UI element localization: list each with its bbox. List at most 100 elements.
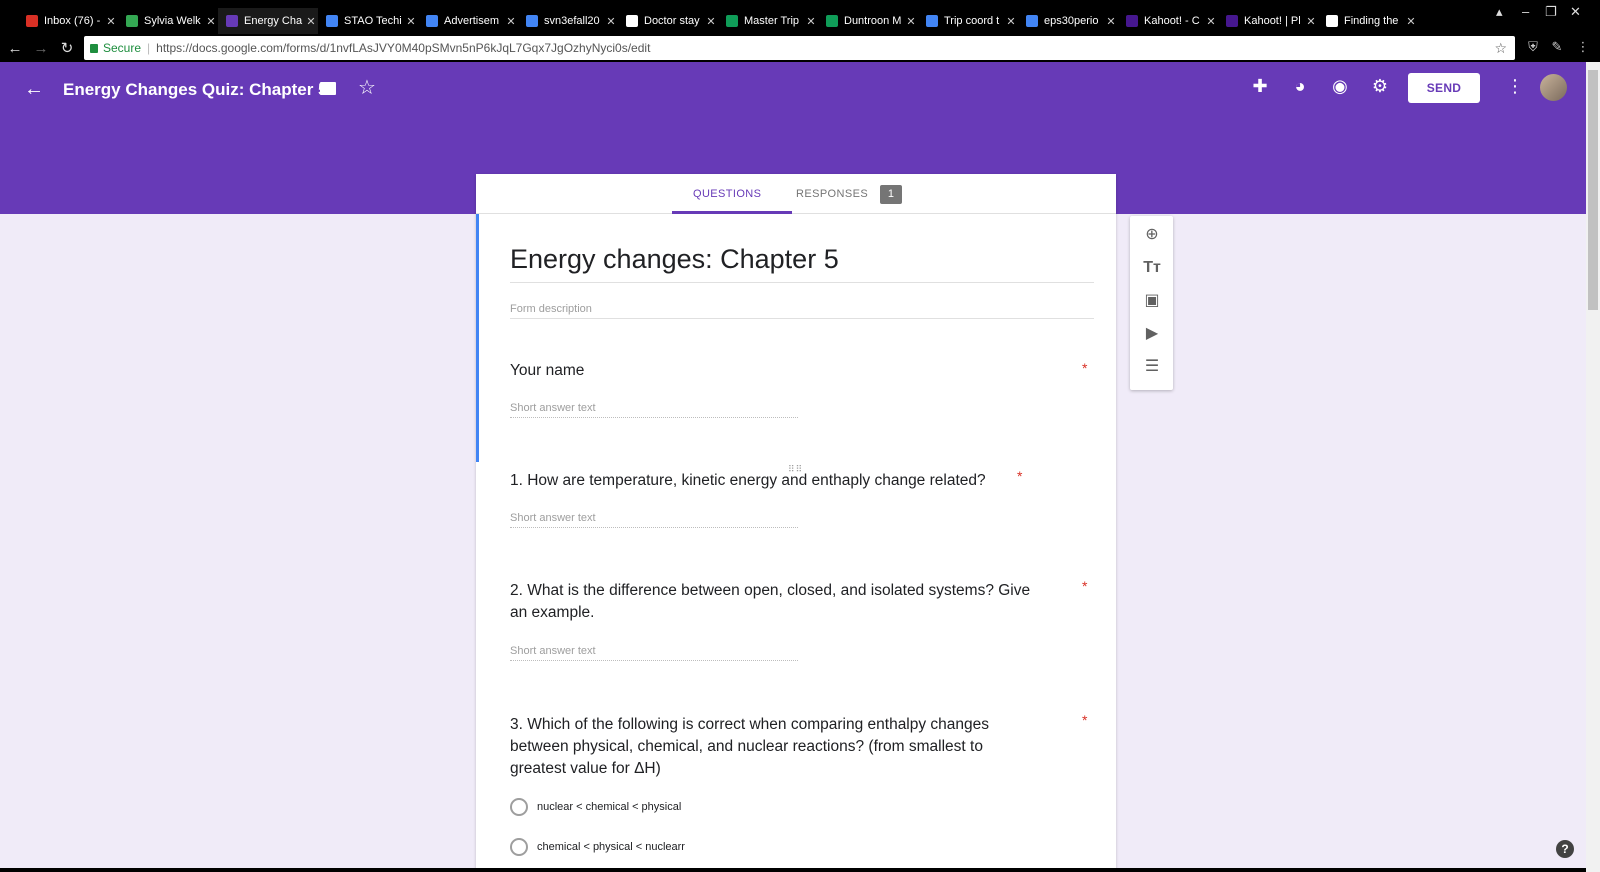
radio-option[interactable]: chemical < physical < nuclearr (510, 838, 685, 856)
short-answer-placeholder: Short answer text (510, 402, 596, 414)
maximize-icon[interactable]: ❐ (1545, 4, 1557, 20)
close-tab-icon[interactable]: ✕ (904, 15, 918, 28)
lock-icon (90, 43, 98, 53)
form-description-input[interactable]: Form description (510, 303, 592, 315)
page-scrollbar[interactable] (1586, 62, 1600, 872)
browser-tabstrip: Inbox (76) - ✕ Sylvia Welk ✕ Energy Cha ✕ S… (0, 0, 1600, 34)
kahoot-icon (1126, 15, 1138, 27)
tab-responses[interactable]: RESPONSES 1 (796, 174, 903, 214)
browser-tab[interactable]: Duntroon M ✕ (818, 8, 918, 34)
close-tab-icon[interactable]: ✕ (1404, 15, 1418, 28)
send-button[interactable]: SEND (1408, 73, 1480, 103)
docs-icon (926, 15, 938, 27)
close-tab-icon[interactable]: ✕ (504, 15, 518, 28)
active-item-indicator (476, 214, 479, 462)
browser-tab[interactable]: Inbox (76) - ✕ (18, 8, 118, 34)
question-title[interactable]: 1. How are temperature, kinetic energy a… (510, 470, 986, 492)
bookmark-star-icon[interactable]: ☆ (1494, 40, 1507, 57)
preview-icon[interactable]: ◉ (1329, 76, 1351, 97)
browser-tab[interactable]: Finding the ✕ (1318, 8, 1418, 34)
question-title-line[interactable]: an example. (510, 602, 594, 624)
required-asterisk: * (1082, 712, 1088, 728)
add-question-icon[interactable]: ⊕ (1141, 224, 1163, 246)
close-tab-icon[interactable]: ✕ (1004, 15, 1018, 28)
required-asterisk: * (1082, 360, 1088, 376)
close-tab-icon[interactable]: ✕ (604, 15, 618, 28)
close-tab-icon[interactable]: ✕ (404, 15, 418, 28)
option-label: nuclear < chemical < physical (537, 801, 682, 813)
radio-option[interactable]: nuclear < chemical < physical (510, 798, 681, 816)
docs-icon (426, 15, 438, 27)
add-image-icon[interactable]: ▣ (1141, 290, 1163, 312)
add-title-icon[interactable]: Tт (1141, 257, 1163, 279)
minimize-icon[interactable]: – (1522, 4, 1529, 19)
answer-underline (510, 417, 798, 418)
palette-icon[interactable]: ◕ (1289, 76, 1311, 97)
settings-icon[interactable]: ⚙ (1369, 76, 1391, 97)
browser-tab[interactable]: STAO Techi ✕ (318, 8, 418, 34)
back-arrow-icon[interactable]: ← (24, 78, 44, 101)
close-tab-icon[interactable]: ✕ (104, 15, 118, 28)
page-icon (1326, 15, 1338, 27)
close-tab-icon[interactable]: ✕ (204, 15, 218, 28)
more-vert-icon[interactable]: ⋮ (1506, 76, 1524, 97)
extension-icon[interactable]: ✎ (1550, 40, 1564, 54)
help-icon[interactable]: ? (1556, 840, 1574, 858)
browser-tab[interactable]: Doctor stay ✕ (618, 8, 718, 34)
taskbar-edge (0, 868, 1586, 872)
description-underline (510, 318, 1094, 319)
add-section-icon[interactable]: ☰ (1141, 356, 1163, 378)
question-toolbar: ⊕ Tт ▣ ▶ ☰ (1130, 216, 1173, 390)
required-asterisk: * (1017, 468, 1023, 484)
sheets-icon (826, 15, 838, 27)
address-bar[interactable]: Secure | https://docs.google.com/forms/d… (84, 36, 1515, 60)
star-icon[interactable]: ☆ (358, 75, 376, 100)
browser-tab[interactable]: Kahoot! | Pl ✕ (1218, 8, 1318, 34)
form-card: QUESTIONS RESPONSES 1 Energy changes: Ch… (476, 174, 1116, 872)
browser-tab[interactable]: Master Trip ✕ (718, 8, 818, 34)
radio-button[interactable] (510, 798, 528, 816)
close-tab-icon[interactable]: ✕ (1104, 15, 1118, 28)
close-tab-icon[interactable]: ✕ (1304, 15, 1318, 28)
profile-icon[interactable]: ▴ (1496, 4, 1503, 20)
radio-button[interactable] (510, 838, 528, 856)
scrollbar-thumb[interactable] (1588, 70, 1598, 310)
reload-icon[interactable]: ↻ (56, 39, 78, 57)
question-title-line[interactable]: 2. What is the difference between open, … (510, 580, 1030, 602)
gmail-icon (26, 15, 38, 27)
close-tab-icon[interactable]: ✕ (1204, 15, 1218, 28)
kahoot-icon (1226, 15, 1238, 27)
docs-icon (326, 15, 338, 27)
chrome-menu-icon[interactable]: ⋮ (1576, 40, 1590, 54)
sheets-icon (726, 15, 738, 27)
browser-tab[interactable]: eps30perio ✕ (1018, 8, 1118, 34)
browser-tab[interactable]: svn3efall20 ✕ (518, 8, 618, 34)
avatar[interactable] (1540, 74, 1567, 101)
addons-icon[interactable]: ✚ (1249, 76, 1271, 97)
tab-responses-label: RESPONSES (796, 188, 869, 200)
url-text[interactable]: https://docs.google.com/forms/d/1nvfLAsJ… (156, 41, 650, 55)
page-icon (626, 15, 638, 27)
shield-extension-icon[interactable]: ⛨ (1526, 40, 1540, 54)
forms-icon (226, 15, 238, 27)
tab-questions[interactable]: QUESTIONS (693, 174, 761, 214)
forward-icon[interactable]: → (30, 40, 52, 57)
document-title[interactable]: Energy Changes Quiz: Chapter 5 (63, 80, 328, 100)
browser-tab[interactable]: Trip coord t ✕ (918, 8, 1018, 34)
question-title-line[interactable]: between physical, chemical, and nuclear … (510, 736, 983, 758)
back-icon[interactable]: ← (4, 40, 26, 57)
browser-tab[interactable]: Advertisem ✕ (418, 8, 518, 34)
window-close-icon[interactable]: ✕ (1570, 4, 1581, 20)
folder-icon[interactable] (320, 82, 336, 95)
question-title-line[interactable]: greatest value for ΔH) (510, 758, 661, 780)
close-tab-icon[interactable]: ✕ (304, 15, 318, 28)
form-title[interactable]: Energy changes: Chapter 5 (510, 244, 839, 275)
add-video-icon[interactable]: ▶ (1141, 323, 1163, 345)
browser-tab-active[interactable]: Energy Cha ✕ (218, 8, 318, 34)
question-title[interactable]: Your name (510, 360, 584, 382)
close-tab-icon[interactable]: ✕ (704, 15, 718, 28)
browser-tab[interactable]: Kahoot! - C ✕ (1118, 8, 1218, 34)
browser-tab[interactable]: Sylvia Welk ✕ (118, 8, 218, 34)
question-title-line[interactable]: 3. Which of the following is correct whe… (510, 714, 989, 736)
close-tab-icon[interactable]: ✕ (804, 15, 818, 28)
